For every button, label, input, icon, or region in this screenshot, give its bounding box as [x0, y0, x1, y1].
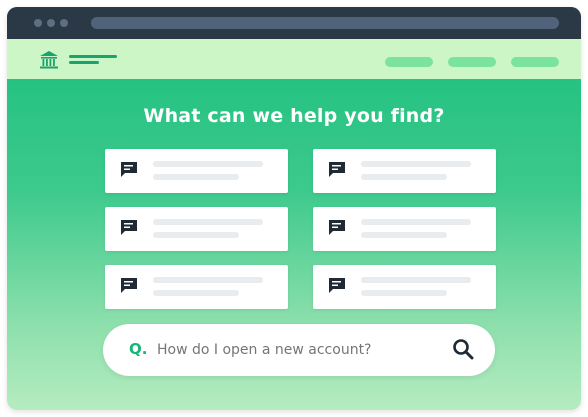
window-dot-minimize[interactable] — [47, 19, 55, 27]
text-placeholder-line — [153, 290, 239, 296]
text-placeholder-line — [361, 290, 447, 296]
text-placeholder-line — [153, 219, 263, 225]
address-bar[interactable] — [91, 17, 559, 29]
chat-bubble-icon — [329, 278, 345, 293]
search-input[interactable] — [157, 338, 427, 362]
text-placeholder-line — [361, 174, 447, 180]
text-placeholder-line — [153, 277, 263, 283]
menu-line — [69, 61, 99, 64]
magnifying-glass-icon[interactable] — [452, 338, 474, 360]
page-headline: What can we help you find? — [143, 105, 445, 127]
text-placeholder-line — [153, 232, 239, 238]
text-placeholder-line — [361, 277, 471, 283]
chat-bubble-icon — [329, 220, 345, 235]
browser-titlebar — [7, 7, 581, 39]
help-topic-card[interactable] — [105, 265, 288, 309]
help-topic-card[interactable] — [313, 207, 496, 251]
bank-icon[interactable] — [39, 50, 59, 70]
text-placeholder-line — [361, 219, 471, 225]
site-navbar — [7, 39, 581, 79]
help-topic-card[interactable] — [105, 207, 288, 251]
chat-bubble-icon — [121, 220, 137, 235]
text-placeholder-line — [361, 232, 447, 238]
chat-bubble-icon — [121, 278, 137, 293]
help-topic-card[interactable] — [313, 149, 496, 193]
help-topic-card[interactable] — [105, 149, 288, 193]
window-dot-close[interactable] — [34, 19, 42, 27]
nav-link-placeholder[interactable] — [511, 57, 559, 67]
menu-line — [69, 55, 117, 58]
nav-link-placeholder[interactable] — [448, 57, 496, 67]
text-placeholder-line — [153, 161, 263, 167]
text-placeholder-line — [361, 161, 471, 167]
text-placeholder-line — [153, 174, 239, 180]
search-bar[interactable]: Q. — [103, 324, 495, 376]
nav-link-placeholder[interactable] — [385, 57, 433, 67]
chat-bubble-icon — [329, 162, 345, 177]
hamburger-menu-icon[interactable] — [69, 53, 119, 65]
chat-bubble-icon — [121, 162, 137, 177]
help-topic-card[interactable] — [313, 265, 496, 309]
search-prefix-label: Q. — [129, 340, 148, 358]
window-dot-maximize[interactable] — [60, 19, 68, 27]
browser-window: What can we help you find? Q. How do I o… — [7, 7, 581, 410]
